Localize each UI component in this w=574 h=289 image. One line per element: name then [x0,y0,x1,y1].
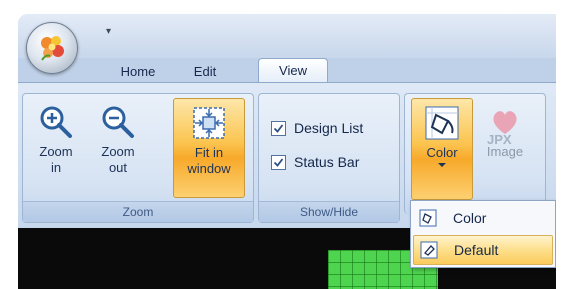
menu-item-default[interactable]: Default [413,235,553,265]
color-dropdown-menu: Color Default [410,200,556,268]
jpx-label: JPX [487,132,512,147]
paint-bucket-icon [425,106,459,140]
zoom-out-label-1: Zoom [101,144,135,159]
chevron-down-icon [438,163,446,167]
menu-item-label: Color [453,210,487,226]
color-group: Color JPX Image [404,93,546,214]
tab-edit[interactable]: Edit [180,62,230,82]
image-button[interactable]: JPX Image [477,98,533,196]
zoom-in-label-1: Zoom [39,144,73,159]
checkbox-box[interactable] [271,120,286,136]
zoom-out-icon [102,106,134,138]
tab-view[interactable]: View [258,58,328,83]
tab-home[interactable]: Home [108,62,168,82]
fit-in-window-button[interactable]: Fit in window [173,98,245,198]
zoom-in-button[interactable]: Zoom in [25,98,87,196]
flower-logo-icon [41,36,64,61]
eraser-icon [420,241,438,259]
paint-bucket-icon [419,209,437,227]
zoom-group: Zoom in Zoom out Fit in window Zoom [22,93,254,223]
show-hide-group: Design List Status Bar Show/Hide [258,93,400,223]
fit-label-1: Fit in [194,145,224,160]
zoom-in-icon [40,106,72,138]
status-bar-label: Status Bar [294,154,360,170]
quick-access-toolbar-dropdown[interactable]: ▾ [106,26,111,37]
color-dropdown-button[interactable]: Color [411,98,473,200]
menu-item-label: Default [454,242,499,258]
check-icon [273,157,284,167]
show-hide-group-label: Show/Hide [259,201,399,222]
application-menu-button[interactable] [26,22,78,74]
zoom-group-label: Zoom [23,201,253,222]
check-icon [273,123,284,133]
status-bar-checkbox[interactable]: Status Bar [271,154,359,170]
design-list-checkbox[interactable]: Design List [271,120,363,136]
application-window: ▾ Home Edit View Zoom in Zoom out Fit in… [18,14,556,289]
fit-window-icon [193,107,225,139]
fit-label-2: window [187,161,231,176]
zoom-out-button[interactable]: Zoom out [87,98,149,196]
title-bar: ▾ [18,14,556,58]
zoom-in-label-2: in [50,160,62,175]
zoom-out-label-2: out [108,160,128,175]
checkbox-box[interactable] [271,154,286,170]
design-list-label: Design List [294,120,364,136]
color-button-label: Color [426,145,458,160]
menu-item-color[interactable]: Color [413,204,551,232]
